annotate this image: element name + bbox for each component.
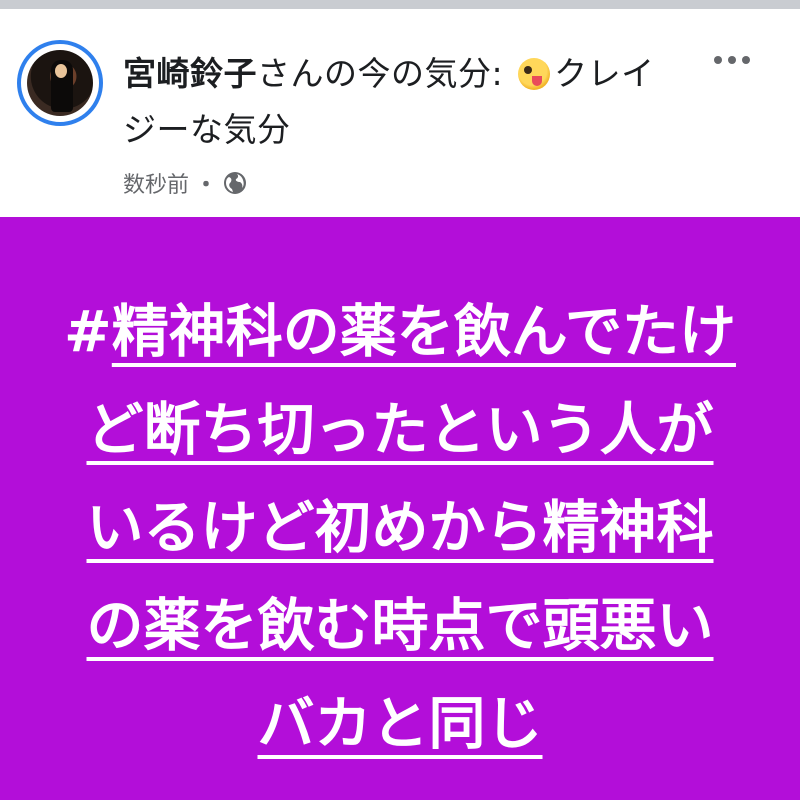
hash-symbol: # [64, 299, 112, 365]
post-content-card: #精神科の薬を飲んでたけど断ち切ったという人がいるけど初めから精神科の薬を飲む時… [0, 217, 800, 800]
post-meta: 数秒前 ・ [123, 165, 247, 201]
author-name[interactable]: 宮崎鈴子 [123, 54, 257, 93]
post-title: 宮崎鈴子さんの今の気分: クレイジーな気分 [123, 46, 683, 158]
meta-separator: ・ [195, 173, 218, 198]
globe-icon[interactable] [223, 171, 247, 195]
avatar[interactable] [17, 40, 103, 126]
profile-photo [27, 50, 93, 116]
feeling-prefix: さんの今の気分: [257, 54, 504, 93]
crazy-face-emoji-icon [518, 58, 551, 90]
top-divider [0, 0, 800, 9]
timestamp[interactable]: 数秒前 [123, 167, 189, 199]
post-header: 宮崎鈴子さんの今の気分: クレイジーな気分 数秒前 ・ [0, 9, 800, 217]
post-text: #精神科の薬を飲んでたけど断ち切ったという人がいるけど初めから精神科の薬を飲む時… [60, 283, 740, 773]
more-horizontal-icon[interactable] [712, 50, 752, 70]
profile-face [55, 64, 67, 78]
hashtag-link[interactable]: 精神科の薬を飲んでたけど断ち切ったという人がいるけど初めから精神科の薬を飲む時点… [87, 299, 736, 757]
